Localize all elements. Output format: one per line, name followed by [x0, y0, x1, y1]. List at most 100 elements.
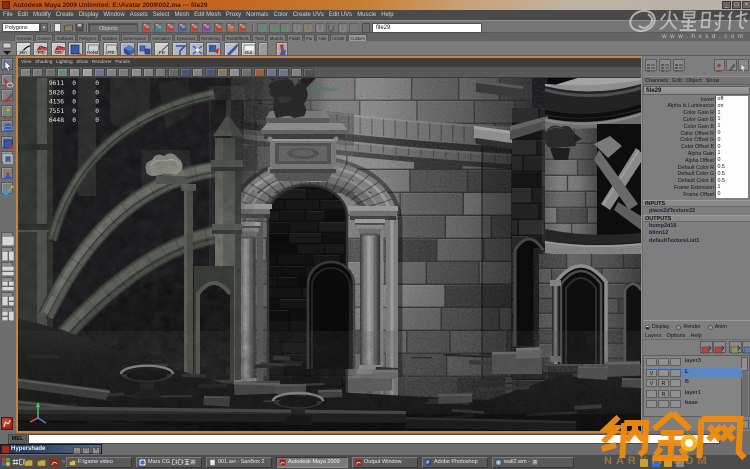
layer-scroll-thumb[interactable] [741, 357, 748, 371]
layer-visibility-cell[interactable] [646, 400, 657, 408]
menu-edit[interactable]: Edit [18, 12, 28, 18]
windows-start-icon[interactable] [2, 458, 10, 466]
attribute-value[interactable]: 1 [715, 184, 748, 191]
menu-select[interactable]: Select [153, 12, 170, 18]
person-icon[interactable] [714, 59, 725, 71]
snap-icon[interactable] [315, 23, 324, 33]
radio-render[interactable]: Render [676, 323, 700, 331]
close-button[interactable]: × [742, 1, 750, 9]
attribute-value[interactable]: on [715, 103, 748, 110]
shelf-tab-fur[interactable]: Fur [304, 34, 315, 41]
tray-icon[interactable] [652, 459, 660, 467]
panel-toggle-icon[interactable] [645, 59, 657, 71]
quicklaunch-chevron[interactable]: » [62, 459, 65, 465]
menu-mesh[interactable]: Mesh [174, 12, 189, 18]
shelf-tab-deformation[interactable]: Deformation [121, 34, 149, 41]
vp-toolbar-icon[interactable] [205, 68, 216, 77]
snap-icon[interactable] [292, 23, 301, 33]
vp-toolbar-icon[interactable] [118, 68, 129, 77]
tray-icon[interactable] [676, 459, 684, 467]
layer-action-icon[interactable] [713, 341, 726, 353]
layer-color-cell[interactable] [670, 358, 681, 366]
attribute-value[interactable]: off [715, 96, 748, 103]
move-tool-icon[interactable] [1, 105, 13, 117]
layout-button[interactable] [1, 277, 13, 289]
shelf-button-FB[interactable]: FB [154, 42, 169, 56]
attribute-value[interactable]: 0 [715, 130, 748, 137]
shelf-button-UTE[interactable]: UTE [103, 42, 118, 56]
vp-toolbar-icon[interactable] [94, 68, 105, 77]
layer-visibility-cell[interactable]: V [646, 379, 657, 387]
scale-tool-icon[interactable] [1, 136, 13, 148]
shelf-tab-polygons[interactable]: Polygons [77, 34, 99, 41]
panel-resize-handle[interactable] [741, 420, 749, 429]
layer-playback-cell[interactable] [658, 358, 669, 366]
snap-icon[interactable] [303, 23, 312, 33]
selection-mask-icon[interactable] [238, 23, 247, 33]
vp-toolbar-icon[interactable] [106, 68, 117, 77]
shelf-button-item9[interactable] [172, 42, 187, 56]
vp-toolbar-icon[interactable] [291, 68, 302, 77]
menu-muscle[interactable]: Muscle [357, 12, 376, 18]
menu-window[interactable]: Window [103, 12, 124, 18]
tray-icon[interactable] [640, 459, 648, 467]
tray-icon[interactable] [664, 459, 672, 467]
layout-button[interactable] [1, 232, 13, 244]
rotate-tool-icon[interactable] [1, 120, 13, 132]
vp-toolbar-icon[interactable] [143, 68, 154, 77]
shelf-button-Out[interactable]: Out [241, 42, 256, 56]
menu-modify[interactable]: Modify [33, 12, 51, 18]
shelf-button-FT[interactable]: FT [33, 42, 48, 56]
vp-toolbar-icon[interactable] [69, 68, 80, 77]
menu-set-arrow[interactable]: ▾ [40, 23, 48, 32]
attribute-value[interactable]: 0 [715, 144, 748, 151]
menu-help[interactable]: Help [381, 12, 393, 18]
panel-toggle-icon[interactable] [659, 59, 671, 71]
shelf-tab-surfaces[interactable]: Surfaces [54, 34, 76, 41]
shelf-tab-subdivs[interactable]: Subdivs [100, 34, 120, 41]
layout-button[interactable] [1, 247, 13, 259]
vp-toolbar-icon[interactable] [131, 68, 142, 77]
shelf-button-item15[interactable] [276, 42, 288, 56]
vp-menu-view[interactable]: View [21, 60, 31, 65]
selection-field[interactable]: Objects [88, 23, 138, 33]
soft-mod-icon[interactable] [1, 167, 13, 179]
shelf-button-item10[interactable] [189, 42, 204, 56]
panel-toggle-icon[interactable] [673, 59, 685, 71]
quicklaunch-maya-icon[interactable] [50, 458, 59, 467]
new-scene-icon[interactable] [53, 23, 62, 33]
vp-toolbar-icon[interactable] [241, 68, 252, 77]
layout-button[interactable] [1, 292, 13, 304]
layer-row-B[interactable]: VRB [645, 378, 742, 388]
task-button[interactable]: wall2.wm - [492, 457, 574, 468]
hypershade-window[interactable]: Hypershade _ □ × [0, 444, 102, 454]
vp-toolbar-icon[interactable] [57, 68, 68, 77]
layer-action-icon[interactable] [729, 341, 742, 353]
vp-toolbar-icon[interactable] [155, 68, 166, 77]
snap-icon[interactable] [349, 23, 358, 33]
hypershade-minimize[interactable]: _ [73, 447, 81, 454]
layer-menu-layers[interactable]: Layers [645, 333, 662, 339]
shelf-tab-curves[interactable]: Curves [35, 34, 53, 41]
shelf-tab-fluids[interactable]: Fluids [287, 34, 303, 41]
cb-menu-object[interactable]: Object [686, 78, 702, 84]
shelf-tab-painteffects[interactable]: PaintEffects [224, 34, 251, 41]
vp-toolbar-icon[interactable] [266, 68, 277, 77]
selection-mask-icon[interactable] [178, 23, 187, 33]
menu-create-uvs[interactable]: Create UVs [293, 12, 324, 18]
shelf-button-item14[interactable] [258, 42, 268, 56]
layer-row-layer3[interactable]: layer3 [645, 357, 742, 367]
vp-toolbar-icon[interactable] [32, 68, 43, 77]
task-button[interactable]: 001.avi - SanBox 2 [206, 457, 272, 468]
menu-create[interactable]: Create [56, 12, 74, 18]
quicklaunch-folder-icon[interactable] [37, 458, 46, 467]
snap-icon[interactable] [326, 23, 335, 33]
layer-color-cell[interactable] [670, 379, 681, 387]
layer-visibility-cell[interactable] [646, 390, 657, 398]
shelf-button-item12[interactable] [224, 42, 239, 56]
selection-mask-icon[interactable] [166, 23, 175, 33]
layer-row-L[interactable]: VL [645, 368, 742, 378]
layer-playback-cell[interactable]: R [658, 379, 669, 387]
paint-select-icon[interactable] [1, 89, 13, 101]
menu-color[interactable]: Color [273, 12, 287, 18]
